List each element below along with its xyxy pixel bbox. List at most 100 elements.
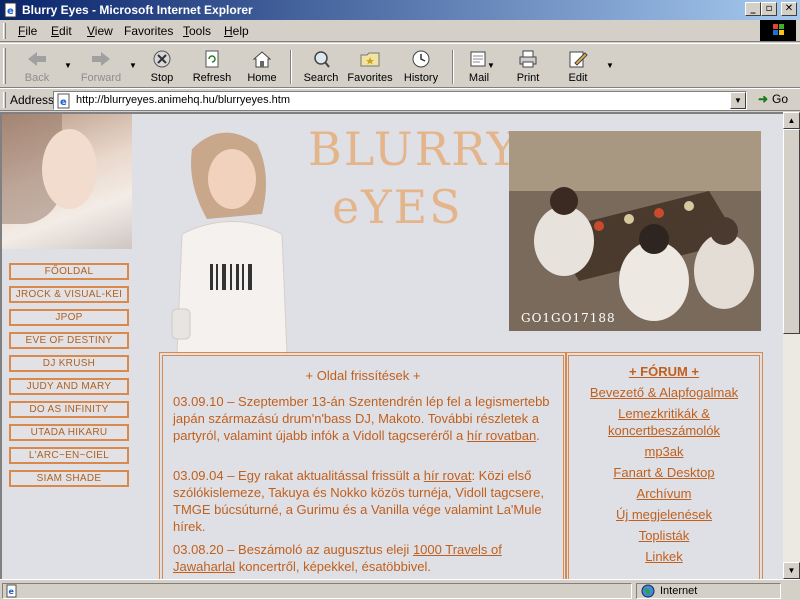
- globe-icon: [641, 584, 655, 598]
- search-button[interactable]: Search: [300, 47, 342, 87]
- news-item-1: 03.09.10 – Szeptember 13-án Szentendrén …: [173, 394, 550, 443]
- history-button[interactable]: History: [400, 47, 442, 87]
- edit-dropdown-icon[interactable]: ▼: [606, 61, 614, 70]
- forum-link-toplistak[interactable]: Toplisták: [569, 527, 759, 544]
- logo-line-1: BLURRY: [308, 122, 519, 176]
- back-arrow-icon: [28, 52, 46, 66]
- page-viewport: FŐOLDAL JROCK & VISUAL-KEI JPOP EVE OF D…: [0, 112, 783, 579]
- forum-box: + FÓRUM + Bevezető & Alapfogalmak Lemezk…: [565, 352, 763, 579]
- svg-text:e: e: [7, 6, 14, 17]
- address-url: http://blurryeyes.animehq.hu/blurryeyes.…: [76, 94, 290, 106]
- nav-item-judy-and-mary[interactable]: JUDY AND MARY: [9, 378, 129, 395]
- nav-item-larc-en-ciel[interactable]: L'ARC~EN~CIEL: [9, 447, 129, 464]
- toolbar-separator: [290, 50, 292, 84]
- header-artist-image: [171, 132, 288, 354]
- address-grip: [3, 92, 6, 108]
- mail-button[interactable]: Mail ▼: [462, 47, 496, 87]
- news-item-2: 03.09.04 – Egy rakat aktualitással friss…: [173, 468, 544, 534]
- favorites-button[interactable]: Favorites: [346, 47, 394, 87]
- home-icon: [252, 51, 272, 68]
- go-arrow-icon: ➜: [758, 92, 769, 106]
- toolbar-separator: [452, 50, 454, 84]
- menu-favorites[interactable]: Favorites: [124, 24, 173, 38]
- back-dropdown-icon[interactable]: ▼: [64, 61, 72, 70]
- forum-link-archivum[interactable]: Archívum: [569, 485, 759, 502]
- forum-heading-link[interactable]: + FÓRUM +: [569, 363, 759, 380]
- photo-caption: GO1GO17188: [521, 311, 616, 325]
- windows-logo-icon: [760, 20, 796, 41]
- status-bar: e Internet: [0, 579, 800, 600]
- ie-page-icon: e: [57, 93, 70, 109]
- news-heading: + Oldal frissítések +: [305, 368, 421, 383]
- nav-item-jpop[interactable]: JPOP: [9, 309, 129, 326]
- menu-tools[interactable]: Tools: [183, 24, 211, 38]
- history-icon: [412, 50, 430, 68]
- nav-item-utada-hikaru[interactable]: UTADA HIKARU: [9, 424, 129, 441]
- ie-page-icon: e: [4, 2, 17, 18]
- forum-link-lemezkritikak[interactable]: Lemezkritikák & koncertbeszámolók: [569, 405, 759, 439]
- logo-line-2: eYES: [332, 180, 463, 234]
- forum-link-linkek[interactable]: Linkek: [569, 548, 759, 565]
- scroll-thumb[interactable]: [783, 129, 800, 334]
- back-button[interactable]: Back ▼: [14, 47, 72, 87]
- home-button[interactable]: Home: [244, 47, 280, 87]
- svg-text:e: e: [9, 587, 15, 596]
- stop-button[interactable]: Stop: [143, 47, 181, 87]
- menu-edit[interactable]: Edit: [51, 24, 72, 38]
- scroll-up-icon[interactable]: ▲: [783, 112, 800, 129]
- nav-item-eve-of-destiny[interactable]: EVE OF DESTINY: [9, 332, 129, 349]
- nav-item-siam-shade[interactable]: SIAM SHADE: [9, 470, 129, 487]
- forward-button[interactable]: Forward ▼: [76, 47, 137, 87]
- security-zone-cell: [636, 583, 781, 599]
- printer-icon: [519, 50, 537, 68]
- menu-help[interactable]: Help: [224, 24, 249, 38]
- minimize-button[interactable]: _: [745, 2, 761, 16]
- news-link-hir-rovat[interactable]: hír rovat: [424, 468, 472, 483]
- zone-label: Internet: [660, 585, 698, 597]
- forum-link-bevezeto[interactable]: Bevezető & Alapfogalmak: [569, 384, 759, 401]
- nav-item-jrock-visual-kei[interactable]: JROCK & VISUAL-KEI: [9, 286, 129, 303]
- nav-item-fooldal[interactable]: FŐOLDAL: [9, 263, 129, 280]
- vertical-scrollbar[interactable]: ▲ ▼: [783, 112, 800, 579]
- menu-file[interactable]: File: [18, 24, 37, 38]
- forum-link-mp3ak[interactable]: mp3ak: [569, 443, 759, 460]
- stop-icon: [153, 50, 171, 68]
- news-item-3: 03.08.20 – Beszámoló az augusztus eleji …: [173, 542, 502, 574]
- close-button[interactable]: ✕: [781, 2, 797, 16]
- address-label: Address: [10, 93, 55, 107]
- nav-item-do-as-infinity[interactable]: DO AS INFINITY: [9, 401, 129, 418]
- restore-button[interactable]: ▫: [761, 2, 777, 16]
- address-bar: Address e http://blurryeyes.animehq.hu/b…: [0, 88, 800, 111]
- scroll-down-icon[interactable]: ▼: [783, 562, 800, 579]
- window-title: Blurry Eyes - Microsoft Internet Explore…: [22, 3, 253, 17]
- favorites-folder-icon: [360, 52, 380, 67]
- news-box: + Oldal frissítések + 03.09.10 – Szeptem…: [159, 352, 567, 579]
- refresh-icon: [205, 50, 219, 68]
- edit-button[interactable]: Edit ▼: [560, 47, 614, 87]
- title-bar: e Blurry Eyes - Microsoft Internet Explo…: [0, 0, 800, 20]
- refresh-button[interactable]: Refresh: [190, 47, 234, 87]
- standard-toolbar: Back ▼ Forward ▼ Stop Refresh Home Searc…: [0, 43, 800, 88]
- status-text-cell: e: [2, 583, 632, 599]
- search-icon: [314, 51, 330, 68]
- forward-dropdown-icon[interactable]: ▼: [129, 61, 137, 70]
- forward-arrow-icon: [92, 52, 110, 66]
- sidebar-portrait-image: [2, 114, 132, 249]
- address-dropdown-icon[interactable]: ▼: [730, 92, 746, 109]
- news-link-hir-rovatban[interactable]: hír rovatban: [467, 428, 536, 443]
- menu-bar: File Edit View Favorites Tools Help: [0, 20, 800, 42]
- menu-grip: [3, 23, 6, 39]
- print-button[interactable]: Print: [510, 47, 546, 87]
- page-status-icon: e: [6, 584, 17, 598]
- forum-link-fanart[interactable]: Fanart & Desktop: [569, 464, 759, 481]
- mail-dropdown-icon[interactable]: ▼: [487, 61, 495, 70]
- forum-link-uj-megjelenesek[interactable]: Új megjelenések: [569, 506, 759, 523]
- edit-page-icon: [569, 51, 588, 68]
- go-button[interactable]: ➜ Go: [758, 92, 788, 106]
- band-photo-image: GO1GO17188: [509, 131, 761, 331]
- nav-item-dj-krush[interactable]: DJ KRUSH: [9, 355, 129, 372]
- menu-view[interactable]: View: [87, 24, 113, 38]
- address-input[interactable]: e http://blurryeyes.animehq.hu/blurryeye…: [53, 91, 747, 110]
- toolbar-grip: [3, 48, 6, 84]
- svg-text:e: e: [60, 97, 67, 108]
